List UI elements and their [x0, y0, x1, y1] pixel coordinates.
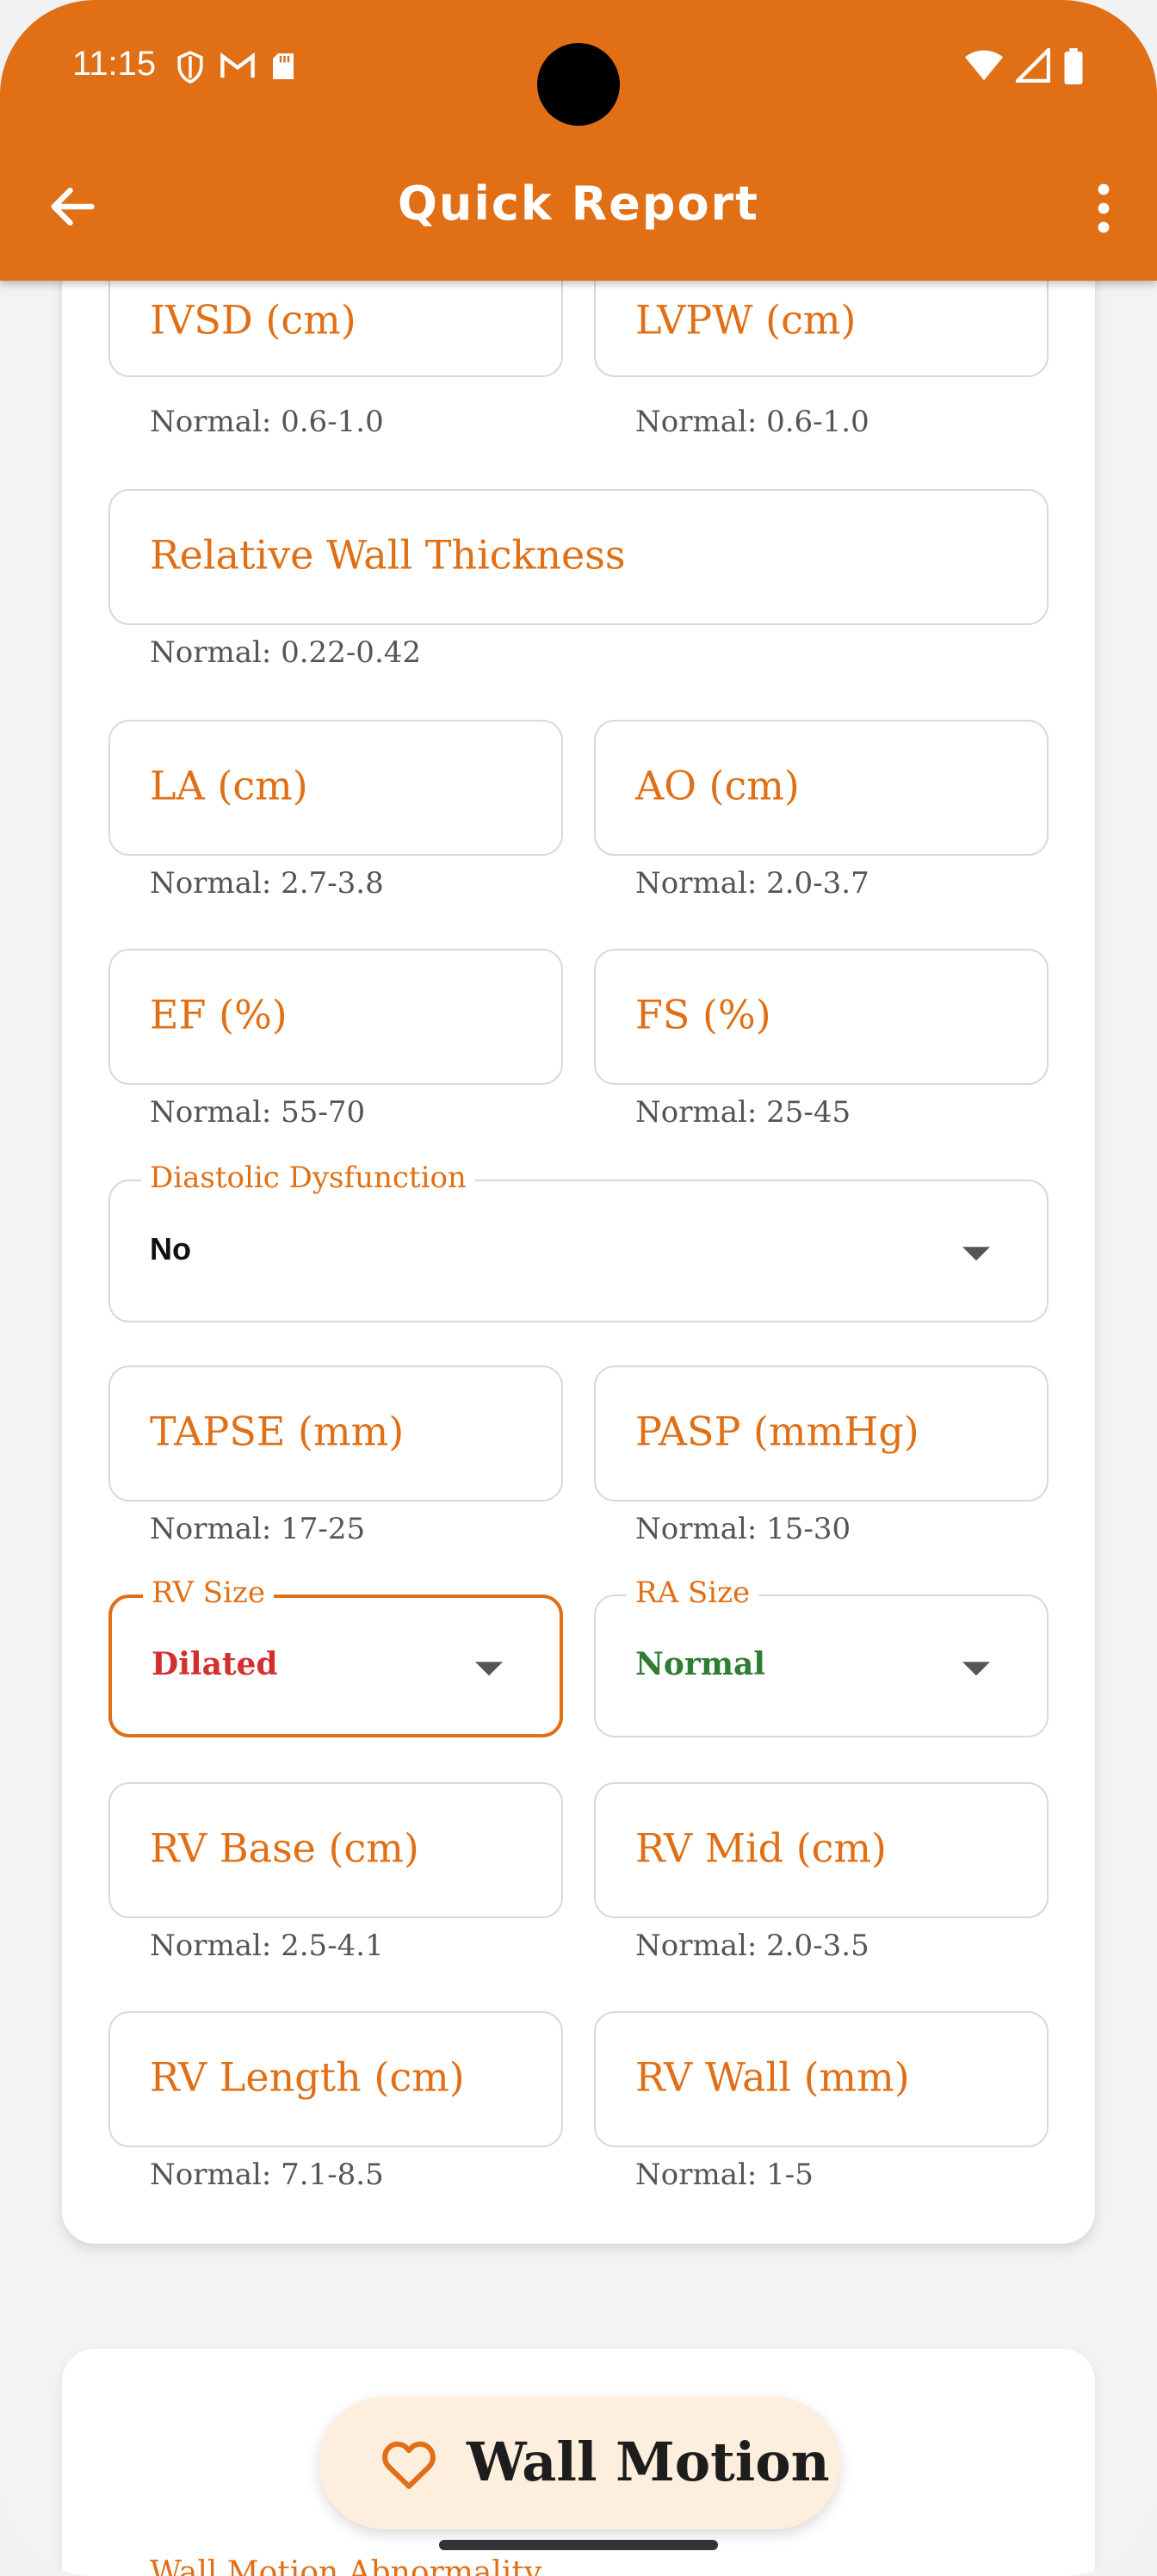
- ivsd-hint: Normal: 0.6-1.0: [150, 405, 384, 439]
- ao-label: AO (cm): [635, 762, 800, 809]
- ra-size-value: Normal: [635, 1645, 765, 1682]
- ao-hint: Normal: 2.0-3.7: [635, 866, 869, 901]
- tapse-hint: Normal: 17-25: [150, 1512, 366, 1546]
- page-title: Quick Report: [398, 176, 759, 231]
- la-hint: Normal: 2.7-3.8: [150, 866, 384, 901]
- chevron-down-icon: [962, 1662, 990, 1676]
- la-input[interactable]: LA (cm): [108, 720, 563, 856]
- shield-icon: [177, 50, 203, 84]
- relative-wall-thickness-input[interactable]: Relative Wall Thickness: [108, 489, 1049, 625]
- gmail-icon: [220, 52, 255, 78]
- echo-measurements-card: IVSD (cm) LVPW (cm) Normal: 0.6-1.0 Norm…: [62, 207, 1095, 2244]
- fs-hint: Normal: 25-45: [635, 1095, 851, 1130]
- battery-icon: [1064, 48, 1083, 84]
- chevron-down-icon: [475, 1662, 503, 1676]
- heart-icon: [382, 2441, 436, 2489]
- ra-size-label: RA Size: [627, 1576, 759, 1610]
- wall-motion-abnormality-label: Wall Motion Abnormality: [150, 2555, 542, 2576]
- rv-wall-input[interactable]: RV Wall (mm): [594, 2011, 1049, 2147]
- rv-base-hint: Normal: 2.5-4.1: [150, 1929, 384, 1963]
- pasp-label: PASP (mmHg): [635, 1408, 919, 1455]
- relative-wall-thickness-hint: Normal: 0.22-0.42: [150, 635, 422, 670]
- camera-cutout: [537, 43, 620, 126]
- rv-mid-hint: Normal: 2.0-3.5: [635, 1929, 869, 1963]
- rv-length-input[interactable]: RV Length (cm): [108, 2011, 563, 2147]
- ef-input[interactable]: EF (%): [108, 949, 563, 1085]
- tapse-label: TAPSE (mm): [150, 1408, 405, 1455]
- wall-motion-button-label: Wall Motion: [467, 2430, 830, 2494]
- fs-input[interactable]: FS (%): [594, 949, 1049, 1085]
- sd-card-icon: [273, 53, 294, 79]
- rv-size-value: Dilated: [152, 1645, 278, 1682]
- screen: IVSD (cm) LVPW (cm) Normal: 0.6-1.0 Norm…: [0, 0, 1157, 2576]
- pasp-hint: Normal: 15-30: [635, 1512, 851, 1546]
- chevron-down-icon: [962, 1247, 990, 1261]
- diastolic-dysfunction-value: No: [150, 1230, 191, 1266]
- rv-mid-label: RV Mid (cm): [635, 1824, 887, 1872]
- pasp-input[interactable]: PASP (mmHg): [594, 1365, 1049, 1502]
- rv-size-dropdown[interactable]: RV Size Dilated: [108, 1576, 563, 1737]
- rv-mid-input[interactable]: RV Mid (cm): [594, 1782, 1049, 1918]
- la-label: LA (cm): [150, 762, 308, 809]
- ra-size-dropdown[interactable]: RA Size Normal: [594, 1576, 1049, 1737]
- lvpw-hint: Normal: 0.6-1.0: [635, 405, 869, 439]
- rv-length-label: RV Length (cm): [150, 2053, 465, 2101]
- rv-wall-label: RV Wall (mm): [635, 2053, 910, 2101]
- wifi-icon: [964, 50, 1004, 81]
- diastolic-dysfunction-dropdown[interactable]: Diastolic Dysfunction No: [108, 1161, 1049, 1322]
- relative-wall-thickness-label: Relative Wall Thickness: [150, 531, 626, 579]
- signal-icon: [1016, 48, 1050, 83]
- rv-base-input[interactable]: RV Base (cm): [108, 1782, 563, 1918]
- ef-label: EF (%): [150, 991, 288, 1038]
- rv-length-hint: Normal: 7.1-8.5: [150, 2158, 384, 2192]
- ao-input[interactable]: AO (cm): [594, 720, 1049, 856]
- ivsd-label: IVSD (cm): [150, 296, 356, 344]
- tapse-input[interactable]: TAPSE (mm): [108, 1365, 563, 1502]
- ef-hint: Normal: 55-70: [150, 1095, 366, 1130]
- rv-wall-hint: Normal: 1-5: [635, 2158, 814, 2192]
- app-bar: 11:15 Quick Report: [0, 0, 1157, 281]
- lvpw-label: LVPW (cm): [635, 296, 857, 344]
- diastolic-dysfunction-label: Diastolic Dysfunction: [141, 1161, 475, 1195]
- wall-motion-button[interactable]: Wall Motion: [319, 2397, 840, 2530]
- fs-label: FS (%): [635, 991, 771, 1038]
- status-icons-left: [176, 50, 296, 84]
- more-vert-icon[interactable]: [1088, 183, 1119, 234]
- status-time: 11:15: [72, 45, 157, 83]
- rv-base-label: RV Base (cm): [150, 1824, 419, 1872]
- rv-size-label: RV Size: [143, 1576, 274, 1610]
- status-icons-right: [964, 48, 1085, 84]
- home-indicator[interactable]: [439, 2540, 718, 2550]
